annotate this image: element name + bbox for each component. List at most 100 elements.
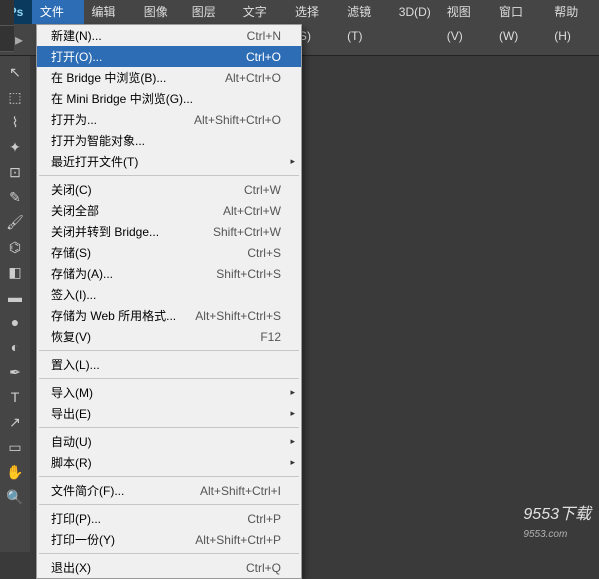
menu-item-shortcut: Alt+Shift+Ctrl+O	[194, 113, 281, 127]
menu-item[interactable]: 恢复(V) F12	[37, 326, 301, 347]
crop-tool-icon[interactable]: ⊡	[3, 160, 27, 184]
menu-item-label: 置入(L)...	[51, 356, 100, 373]
menu-item-label: 打开(O)...	[51, 48, 102, 65]
menu-item-label: 打开为...	[51, 111, 97, 128]
menu-separator	[39, 504, 299, 505]
menu-item-label: 关闭全部	[51, 202, 99, 219]
menu-item[interactable]: 关闭(C) Ctrl+W	[37, 179, 301, 200]
menu-item-label: 存储为(A)...	[51, 265, 113, 282]
menu-帮助(H)[interactable]: 帮助(H)	[546, 0, 599, 24]
menu-item[interactable]: 退出(X)Ctrl+Q	[37, 557, 301, 578]
wand-tool-icon[interactable]: ✦	[3, 135, 27, 159]
menu-item[interactable]: 签入(I)...	[37, 284, 301, 305]
menu-item[interactable]: 导入(M)	[37, 382, 301, 403]
menu-item[interactable]: 导出(E)	[37, 403, 301, 424]
stamp-tool-icon[interactable]: ⌬	[3, 235, 27, 259]
menu-separator	[39, 350, 299, 351]
menu-文件(F)[interactable]: 文件(F)	[32, 0, 84, 24]
menu-item[interactable]: 在 Mini Bridge 中浏览(G)...	[37, 88, 301, 109]
menu-滤镜(T)[interactable]: 滤镜(T)	[339, 0, 391, 24]
menu-item[interactable]: 最近打开文件(T)	[37, 151, 301, 172]
menu-item[interactable]: 存储为(A)... Shift+Ctrl+S	[37, 263, 301, 284]
toolbox: ↖⬚⌇✦⊡✎🖌⌬◧▬●◐✒T↗▭✋🔍	[0, 56, 30, 552]
menu-item[interactable]: 打开为... Alt+Shift+Ctrl+O	[37, 109, 301, 130]
menu-窗口(W)[interactable]: 窗口(W)	[491, 0, 546, 24]
menu-item-label: 导出(E)	[51, 405, 91, 422]
gradient-tool-icon[interactable]: ▬	[3, 285, 27, 309]
menu-separator	[39, 378, 299, 379]
eyedropper-tool-icon[interactable]: ✎	[3, 185, 27, 209]
menu-item-shortcut: Shift+Ctrl+S	[216, 267, 281, 281]
menu-item[interactable]: 脚本(R)	[37, 452, 301, 473]
menu-item-shortcut: Ctrl+W	[244, 183, 281, 197]
menu-item[interactable]: 在 Bridge 中浏览(B)... Alt+Ctrl+O	[37, 67, 301, 88]
menubar: Ps 文件(F)编辑(E)图像(I)图层(L)文字(Y)选择(S)滤镜(T)3D…	[0, 0, 599, 24]
menu-item[interactable]: 自动(U)	[37, 431, 301, 452]
menu-item-label: 签入(I)...	[51, 286, 96, 303]
menu-编辑(E)[interactable]: 编辑(E)	[84, 0, 136, 24]
menu-separator	[39, 427, 299, 428]
shape-tool-icon[interactable]: ▭	[3, 435, 27, 459]
menu-separator	[39, 175, 299, 176]
menu-separator	[39, 476, 299, 477]
menu-item-label: 文件简介(F)...	[51, 482, 124, 499]
menu-separator	[39, 553, 299, 554]
menu-item-shortcut: Alt+Ctrl+W	[223, 204, 281, 218]
menu-item[interactable]: 关闭并转到 Bridge... Shift+Ctrl+W	[37, 221, 301, 242]
menu-item-label: 关闭(C)	[51, 181, 92, 198]
marquee-tool-icon[interactable]: ⬚	[3, 85, 27, 109]
menu-item-shortcut: Ctrl+P	[247, 512, 281, 526]
menu-item-label: 存储为 Web 所用格式...	[51, 307, 176, 324]
pen-tool-icon[interactable]: ✒	[3, 360, 27, 384]
menu-item-label: 新建(N)...	[51, 27, 102, 44]
path-tool-icon[interactable]: ↗	[3, 410, 27, 434]
menu-item-label: 在 Bridge 中浏览(B)...	[51, 69, 166, 86]
dodge-tool-icon[interactable]: ◐	[3, 335, 27, 359]
menu-item-label: 存储(S)	[51, 244, 91, 261]
menu-item-shortcut: Alt+Shift+Ctrl+P	[195, 533, 281, 547]
menu-item[interactable]: 打印一份(Y) Alt+Shift+Ctrl+P	[37, 529, 301, 550]
menu-item-label: 打印一份(Y)	[51, 531, 115, 548]
menu-item-shortcut: Ctrl+N	[247, 29, 281, 43]
menu-item-shortcut: Ctrl+Q	[246, 561, 281, 575]
menu-item[interactable]: 关闭全部 Alt+Ctrl+W	[37, 200, 301, 221]
menu-选择(S)[interactable]: 选择(S)	[287, 0, 339, 24]
eraser-tool-icon[interactable]: ◧	[3, 260, 27, 284]
menu-item[interactable]: 文件简介(F)... Alt+Shift+Ctrl+I	[37, 480, 301, 501]
menu-item[interactable]: 打印(P)... Ctrl+P	[37, 508, 301, 529]
menu-item-shortcut: Ctrl+S	[247, 246, 281, 260]
menu-item-label: 打印(P)...	[51, 510, 101, 527]
menu-item-label: 导入(M)	[51, 384, 93, 401]
type-tool-icon[interactable]: T	[3, 385, 27, 409]
menu-item-label: 脚本(R)	[51, 454, 92, 471]
menu-item-label: 打开为智能对象...	[51, 132, 145, 149]
brush-tool-icon[interactable]: 🖌	[3, 210, 27, 234]
menu-item-shortcut: Alt+Ctrl+O	[225, 71, 281, 85]
menu-item-shortcut: Ctrl+O	[246, 50, 281, 64]
watermark: 9553下载9553.com	[523, 500, 591, 542]
menu-item[interactable]: 打开为智能对象...	[37, 130, 301, 151]
zoom-tool-icon[interactable]: 🔍	[3, 485, 27, 509]
menu-item-shortcut: Alt+Shift+Ctrl+I	[200, 484, 281, 498]
menu-item-label: 关闭并转到 Bridge...	[51, 223, 159, 240]
blur-tool-icon[interactable]: ●	[3, 310, 27, 334]
menu-item-shortcut: F12	[260, 330, 281, 344]
menu-item[interactable]: 置入(L)...	[37, 354, 301, 375]
menu-item[interactable]: 新建(N)... Ctrl+N	[37, 25, 301, 46]
menu-item-label: 最近打开文件(T)	[51, 153, 138, 170]
menu-item-label: 自动(U)	[51, 433, 92, 450]
menu-item-label: 恢复(V)	[51, 328, 91, 345]
menu-图层(L)[interactable]: 图层(L)	[184, 0, 235, 24]
menu-item-shortcut: Shift+Ctrl+W	[213, 225, 281, 239]
menu-图像(I)[interactable]: 图像(I)	[136, 0, 184, 24]
menu-item-shortcut: Alt+Shift+Ctrl+S	[195, 309, 281, 323]
hand-tool-icon[interactable]: ✋	[3, 460, 27, 484]
lasso-tool-icon[interactable]: ⌇	[3, 110, 27, 134]
menu-文字(Y)[interactable]: 文字(Y)	[235, 0, 287, 24]
menu-item[interactable]: 存储为 Web 所用格式... Alt+Shift+Ctrl+S	[37, 305, 301, 326]
menu-item[interactable]: 存储(S) Ctrl+S	[37, 242, 301, 263]
menu-item[interactable]: 打开(O)... Ctrl+O	[37, 46, 301, 67]
menu-视图(V)[interactable]: 视图(V)	[439, 0, 491, 24]
move-tool-icon[interactable]: ↖	[3, 60, 27, 84]
menu-3D(D)[interactable]: 3D(D)	[391, 0, 439, 24]
